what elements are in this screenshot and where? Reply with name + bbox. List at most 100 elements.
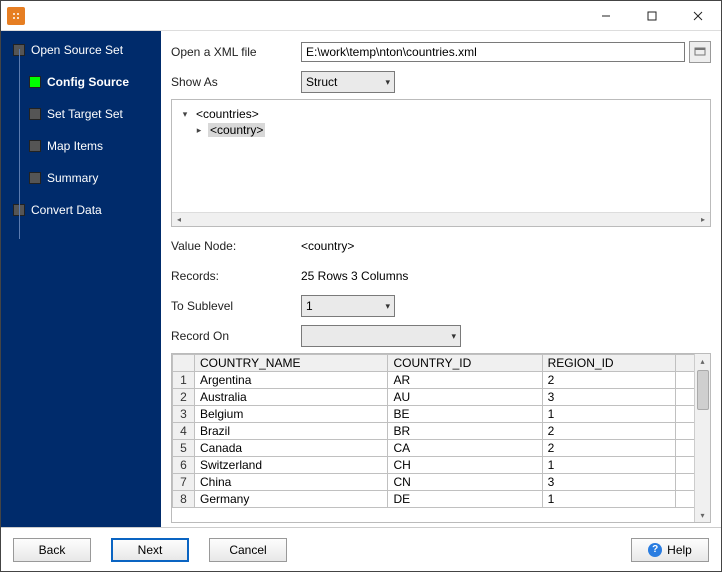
help-icon: ? — [648, 543, 662, 557]
help-button[interactable]: ? Help — [631, 538, 709, 562]
open-xml-value: E:\work\temp\nton\countries.xml — [306, 45, 477, 59]
table-row[interactable]: 5CanadaCA2 — [173, 440, 695, 457]
column-header[interactable]: COUNTRY_ID — [388, 355, 542, 372]
tree-expand-icon[interactable]: ▸ — [194, 125, 204, 136]
table-cell[interactable]: AR — [388, 372, 542, 389]
table-cell[interactable]: 2 — [542, 423, 676, 440]
record-on-combo[interactable]: ▾ — [301, 325, 461, 347]
back-button[interactable]: Back — [13, 538, 91, 562]
chevron-down-icon: ▾ — [451, 331, 456, 342]
row-header[interactable]: 4 — [173, 423, 195, 440]
sidebar-item-label: Map Items — [47, 139, 103, 153]
table-cell[interactable]: Canada — [195, 440, 388, 457]
cancel-button-label: Cancel — [229, 543, 266, 557]
table-corner — [173, 355, 195, 372]
xml-tree-panel[interactable]: ▾ <countries> ▸ <country> ◂ ▸ — [171, 99, 711, 227]
sidebar-item-map-items[interactable]: Map Items — [1, 135, 161, 157]
table-cell[interactable]: AU — [388, 389, 542, 406]
table-cell[interactable]: Switzerland — [195, 457, 388, 474]
row-header[interactable]: 7 — [173, 474, 195, 491]
sidebar-item-label: Convert Data — [31, 203, 102, 217]
next-button[interactable]: Next — [111, 538, 189, 562]
to-sublevel-combo[interactable]: 1 ▾ — [301, 295, 395, 317]
scroll-left-icon[interactable]: ◂ — [172, 213, 186, 227]
table-cell[interactable]: 2 — [542, 372, 676, 389]
show-as-combo[interactable]: Struct ▾ — [301, 71, 395, 93]
sidebar-item-convert-data[interactable]: Convert Data — [1, 199, 161, 221]
minimize-button[interactable] — [583, 1, 629, 31]
table-row[interactable]: 1ArgentinaAR2 — [173, 372, 695, 389]
scroll-down-icon[interactable]: ▾ — [695, 508, 710, 522]
table-cell-filler — [676, 457, 694, 474]
column-header[interactable]: COUNTRY_NAME — [195, 355, 388, 372]
table-cell[interactable]: 1 — [542, 491, 676, 508]
table-row[interactable]: 4BrazilBR2 — [173, 423, 695, 440]
open-xml-input[interactable]: E:\work\temp\nton\countries.xml — [301, 42, 685, 62]
preview-table-wrap: COUNTRY_NAMECOUNTRY_IDREGION_ID1Argentin… — [171, 353, 711, 523]
table-row[interactable]: 8GermanyDE1 — [173, 491, 695, 508]
table-cell[interactable]: Belgium — [195, 406, 388, 423]
table-cell[interactable]: DE — [388, 491, 542, 508]
row-header[interactable]: 1 — [173, 372, 195, 389]
table-cell[interactable]: CA — [388, 440, 542, 457]
table-cell[interactable]: CH — [388, 457, 542, 474]
table-cell[interactable]: 1 — [542, 457, 676, 474]
row-header[interactable]: 2 — [173, 389, 195, 406]
sidebar-item-config-source[interactable]: Config Source — [1, 71, 161, 93]
sidebar-item-summary[interactable]: Summary — [1, 167, 161, 189]
sidebar-item-label: Set Target Set — [47, 107, 123, 121]
cancel-button[interactable]: Cancel — [209, 538, 287, 562]
table-cell-filler — [676, 423, 694, 440]
table-cell[interactable]: Germany — [195, 491, 388, 508]
table-cell[interactable]: 1 — [542, 406, 676, 423]
table-row[interactable]: 3BelgiumBE1 — [173, 406, 695, 423]
close-button[interactable] — [675, 1, 721, 31]
table-cell-filler — [676, 474, 694, 491]
table-cell-filler — [676, 372, 694, 389]
table-cell[interactable]: China — [195, 474, 388, 491]
row-header[interactable]: 5 — [173, 440, 195, 457]
row-header[interactable]: 3 — [173, 406, 195, 423]
table-cell[interactable]: Argentina — [195, 372, 388, 389]
table-cell[interactable]: BR — [388, 423, 542, 440]
browse-file-button[interactable] — [689, 41, 711, 63]
scroll-right-icon[interactable]: ▸ — [696, 213, 710, 227]
row-header[interactable]: 6 — [173, 457, 195, 474]
sidebar-item-open-source-set[interactable]: Open Source Set — [1, 39, 161, 61]
table-cell[interactable]: 2 — [542, 440, 676, 457]
table-cell[interactable]: Australia — [195, 389, 388, 406]
to-sublevel-value: 1 — [306, 299, 313, 313]
column-header-filler — [676, 355, 694, 372]
tree-node-countries[interactable]: <countries> — [194, 107, 261, 121]
table-cell[interactable]: BE — [388, 406, 542, 423]
scroll-up-icon[interactable]: ▴ — [695, 354, 710, 368]
table-vertical-scrollbar[interactable]: ▴ ▾ — [694, 354, 710, 522]
step-status-icon — [29, 140, 41, 152]
step-status-icon — [29, 172, 41, 184]
tree-node-country[interactable]: <country> — [208, 123, 265, 137]
step-status-icon — [29, 76, 41, 88]
open-xml-label: Open a XML file — [171, 45, 301, 59]
sidebar-item-set-target-set[interactable]: Set Target Set — [1, 103, 161, 125]
column-header[interactable]: REGION_ID — [542, 355, 676, 372]
table-cell[interactable]: 3 — [542, 389, 676, 406]
table-cell[interactable]: 3 — [542, 474, 676, 491]
preview-table[interactable]: COUNTRY_NAMECOUNTRY_IDREGION_ID1Argentin… — [172, 354, 694, 508]
table-row[interactable]: 2AustraliaAU3 — [173, 389, 695, 406]
tree-collapse-icon[interactable]: ▾ — [180, 109, 190, 120]
back-button-label: Back — [39, 543, 66, 557]
table-cell[interactable]: CN — [388, 474, 542, 491]
row-header[interactable]: 8 — [173, 491, 195, 508]
table-row[interactable]: 6SwitzerlandCH1 — [173, 457, 695, 474]
table-cell-filler — [676, 389, 694, 406]
maximize-button[interactable] — [629, 1, 675, 31]
titlebar — [1, 1, 721, 31]
sidebar-item-label: Config Source — [47, 75, 129, 89]
value-node-label: Value Node: — [171, 239, 301, 253]
tree-horizontal-scrollbar[interactable]: ◂ ▸ — [172, 212, 710, 226]
value-node-value: <country> — [301, 239, 711, 253]
scroll-thumb[interactable] — [697, 370, 709, 410]
table-cell[interactable]: Brazil — [195, 423, 388, 440]
show-as-value: Struct — [306, 75, 337, 89]
table-row[interactable]: 7ChinaCN3 — [173, 474, 695, 491]
